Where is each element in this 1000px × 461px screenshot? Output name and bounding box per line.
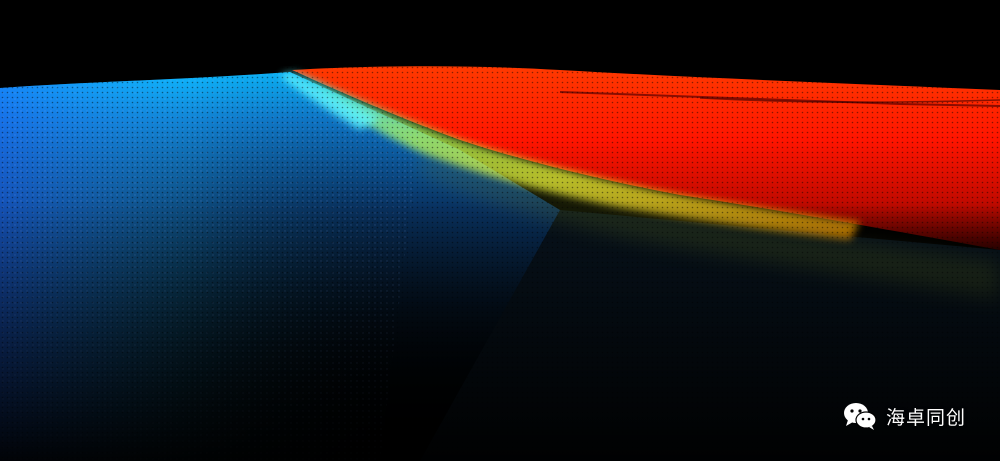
- seafloor-render: [0, 0, 1000, 461]
- wechat-icon: [843, 403, 877, 430]
- watermark: 海卓同创: [842, 401, 966, 431]
- watermark-text: 海卓同创: [885, 406, 966, 429]
- bathymetry-point-cloud-view: 海卓同创: [0, 0, 1000, 461]
